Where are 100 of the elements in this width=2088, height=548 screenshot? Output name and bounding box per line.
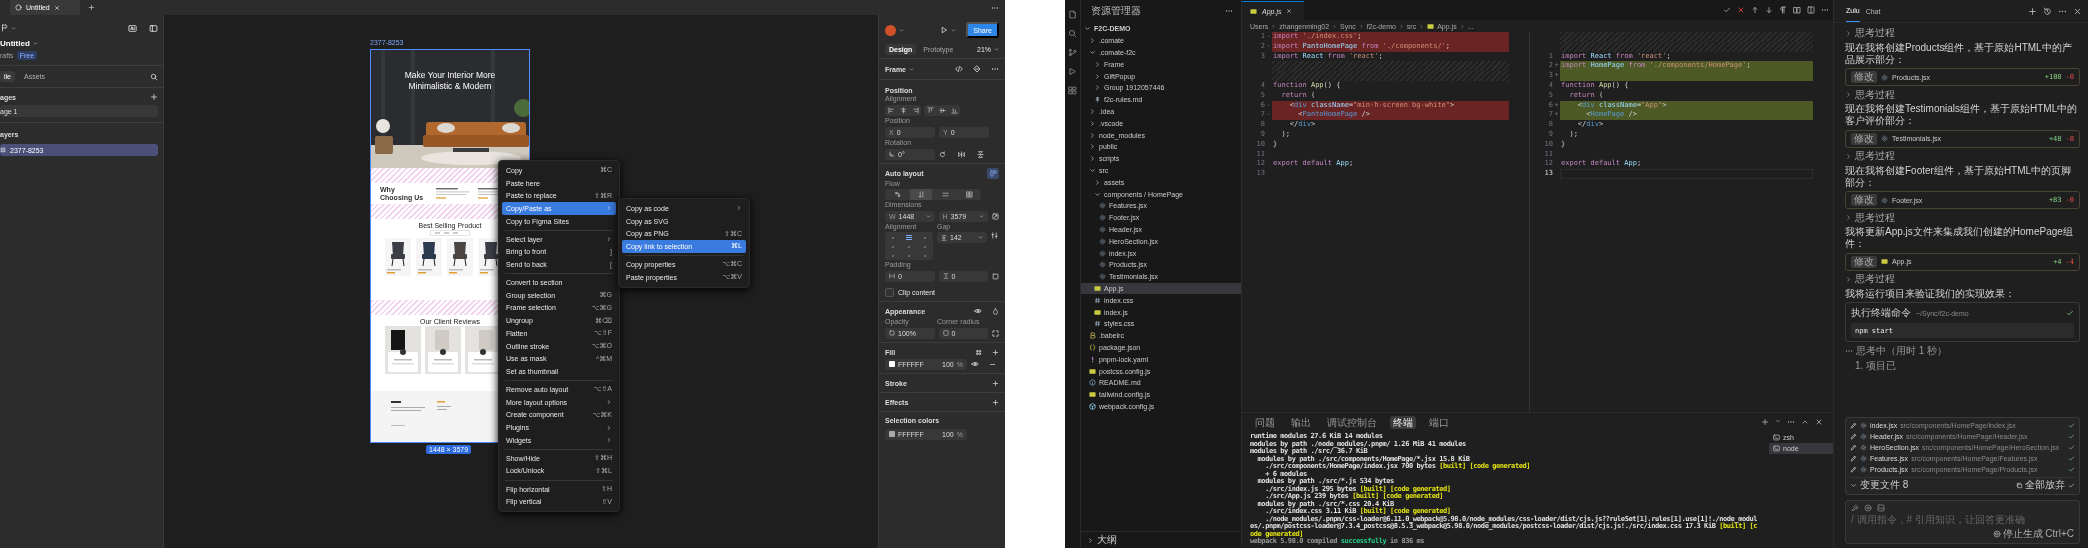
text-icon[interactable] <box>128 23 137 33</box>
align-icon[interactable] <box>938 106 946 114</box>
eye-icon[interactable] <box>974 307 982 315</box>
expand-icon[interactable] <box>992 329 999 337</box>
sliders-icon[interactable] <box>991 232 998 239</box>
chevron-right-icon[interactable] <box>1845 275 1852 283</box>
discard-all-button[interactable]: 全部放弃 <box>2016 478 2065 492</box>
panel-tab[interactable]: 端口 <box>1426 415 1452 429</box>
terminal-icon <box>1773 445 1780 452</box>
terminal-icon <box>1773 434 1780 441</box>
run-icon[interactable] <box>1068 67 1077 76</box>
braces-icon <box>1089 343 1096 351</box>
flow-option[interactable] <box>910 189 932 200</box>
rotate-icon[interactable] <box>939 150 946 158</box>
files-icon[interactable] <box>1068 10 1077 19</box>
chevron-down-icon <box>978 235 983 240</box>
close-icon[interactable] <box>2073 6 2082 16</box>
message-text: 现在我将创建Testimonials组件，基于原始HTML中的客户评价部分： <box>1845 103 2079 127</box>
stop-button[interactable]: 停止生成 Ctrl+C <box>1992 527 2074 541</box>
more-icon[interactable] <box>1787 418 1795 426</box>
flip-icon[interactable] <box>958 150 965 158</box>
play-icon[interactable] <box>940 26 949 34</box>
thinking-toggle[interactable]: 思考过程 <box>1855 87 1895 102</box>
align-icon[interactable] <box>887 106 895 114</box>
more-icon[interactable] <box>991 65 999 73</box>
diamond-icon[interactable] <box>973 65 981 73</box>
thinking-toggle[interactable]: 思考过程 <box>1855 272 1895 286</box>
js-file-icon <box>1094 308 1101 316</box>
flow-icon <box>917 191 925 198</box>
chevron-down-icon[interactable] <box>1775 418 1781 424</box>
close-icon[interactable] <box>1737 6 1745 14</box>
styles-icon[interactable] <box>975 348 982 356</box>
corner-radius-icon <box>942 330 949 336</box>
arrow-down-icon[interactable] <box>1765 6 1773 14</box>
more-icon[interactable] <box>1225 7 1233 15</box>
tool-icon[interactable] <box>1851 504 1859 512</box>
flip-icon[interactable] <box>977 150 984 158</box>
code-icon[interactable] <box>955 65 963 73</box>
info-icon <box>1089 379 1096 387</box>
pencil-icon <box>1850 422 1857 429</box>
plus-icon[interactable] <box>2028 6 2037 16</box>
search-icon[interactable] <box>1068 29 1077 38</box>
radius-icon[interactable] <box>992 272 999 280</box>
pilcrow-icon[interactable] <box>1779 6 1787 14</box>
checkbox[interactable] <box>885 287 894 297</box>
chevron-down-icon <box>925 213 931 219</box>
plus-icon[interactable] <box>88 4 95 11</box>
chevron-right-icon[interactable] <box>1845 91 1852 98</box>
arrow-up-icon[interactable] <box>1751 6 1759 14</box>
split-icon[interactable] <box>1807 6 1815 14</box>
logo-icon[interactable] <box>0 24 8 32</box>
thinking-toggle[interactable]: 思考过程 <box>1855 26 1895 40</box>
check-icon[interactable] <box>1723 6 1731 14</box>
avatar[interactable] <box>885 24 896 36</box>
more-icon[interactable] <box>1821 6 1829 14</box>
chevron-down-icon <box>1094 190 1101 198</box>
drop-icon[interactable] <box>992 307 999 315</box>
chevron-down-icon[interactable] <box>909 66 914 72</box>
history-icon[interactable] <box>2043 6 2052 16</box>
message-text: 我将更新App.js文件来集成我们创建的HomePage组件： <box>1845 226 2074 250</box>
panel-tab[interactable]: 问题 <box>1252 415 1278 429</box>
book-icon[interactable] <box>1793 6 1801 14</box>
sidebar-icon[interactable] <box>149 23 158 33</box>
chevron-right-icon[interactable] <box>1845 152 1852 160</box>
changes-summary[interactable]: 变更文件 8 <box>1860 478 1909 492</box>
message-text: 现在我将创建Products组件，基于原始HTML中的产品展示部分： <box>1845 41 2073 66</box>
chevron-up-icon[interactable] <box>1801 418 1809 426</box>
chevron-down-icon[interactable] <box>994 46 999 52</box>
panel-tab[interactable]: 终端 <box>1390 415 1416 429</box>
align-icon[interactable] <box>950 106 958 114</box>
panel-title: 资源管理器 <box>1091 4 1141 18</box>
resize-icon[interactable] <box>992 212 999 220</box>
chevron-down-icon[interactable] <box>1850 481 1857 489</box>
auto-layout-icon[interactable] <box>989 169 997 177</box>
chevron-right-icon <box>1398 23 1404 29</box>
chevron-right-icon[interactable] <box>1845 29 1852 37</box>
thinking-toggle[interactable]: 思考过程 <box>1855 210 1895 225</box>
thinking-toggle[interactable]: 思考过程 <box>1855 149 1895 163</box>
status-badge: 修改 <box>1851 255 1877 268</box>
branch-icon[interactable] <box>1068 48 1077 57</box>
chevron-right-icon <box>1332 23 1338 29</box>
align-icon[interactable] <box>926 106 934 114</box>
extensions-icon[interactable] <box>1068 86 1077 95</box>
plus-icon[interactable] <box>1761 418 1769 426</box>
chevron-down-icon <box>1089 49 1096 56</box>
image-icon[interactable] <box>1877 504 1885 512</box>
eye-icon[interactable] <box>971 360 979 368</box>
align-icon[interactable] <box>899 106 907 114</box>
file-name[interactable]: Untitled <box>0 39 30 48</box>
panel-tab[interactable]: 输出 <box>1288 415 1314 429</box>
chevron-down-icon[interactable] <box>951 27 957 33</box>
section-title[interactable]: 大纲 <box>1097 533 1117 547</box>
close-icon[interactable] <box>1815 418 1823 426</box>
chevron-right-icon[interactable] <box>1845 214 1852 221</box>
target-icon[interactable] <box>1864 504 1872 512</box>
align-icon[interactable] <box>911 106 919 114</box>
message-text: 我将运行项目来验证我们的实现效果： <box>1845 287 2016 300</box>
chevron-right-icon[interactable] <box>1087 536 1094 544</box>
panel-tab[interactable]: 调试控制台 <box>1324 415 1380 429</box>
search-icon[interactable] <box>150 72 158 81</box>
